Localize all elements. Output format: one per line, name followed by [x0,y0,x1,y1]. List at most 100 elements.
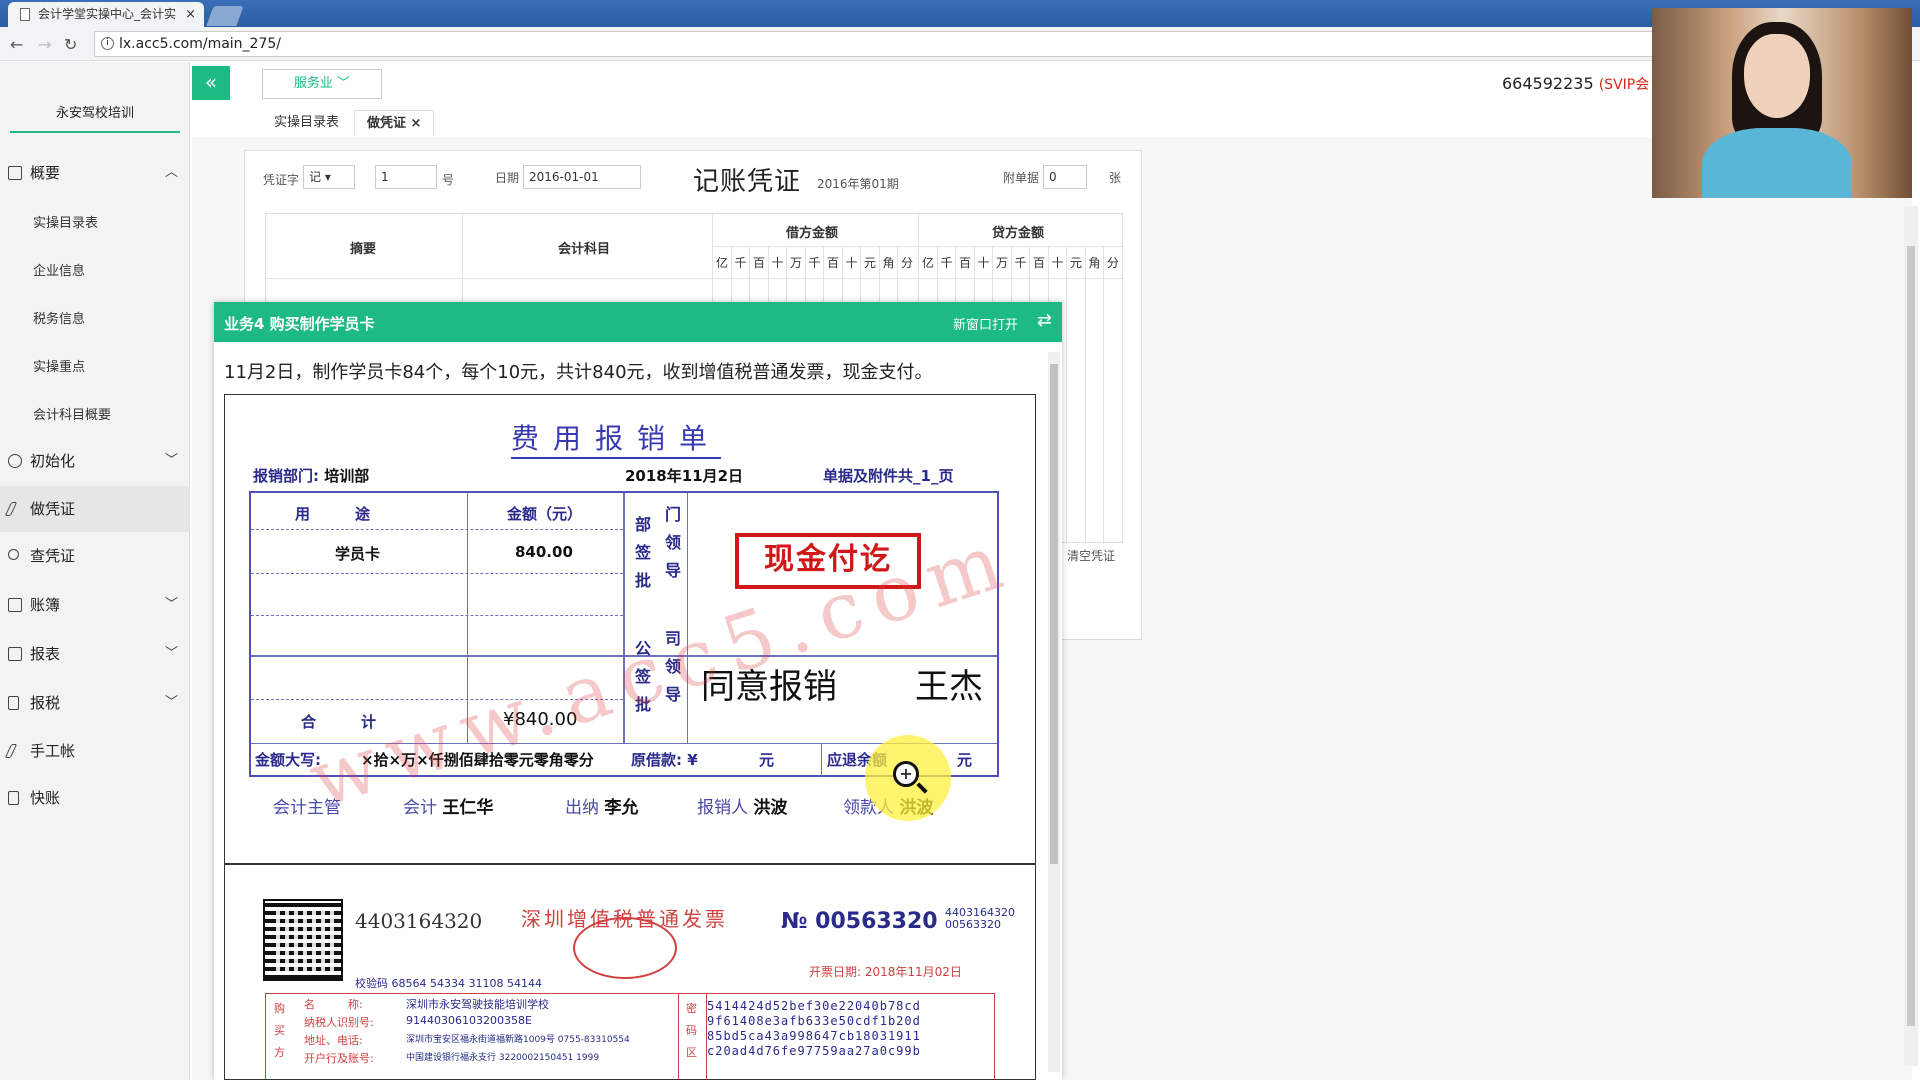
col-account: 会计科目 [558,242,611,257]
voucher-number-input[interactable]: 1 [375,165,437,189]
buyer-addr: 深圳市宝安区福永街道福新路1009号 0755-83310554 [406,1035,630,1045]
document-icon [20,8,30,21]
report-icon [8,647,22,661]
password-line: c20ad4d76fe97759aa27a0c99b [707,1044,921,1058]
buyer-name: 深圳市永安驾驶技能培训学校 [406,998,549,1011]
sidebar-item-query-voucher[interactable]: 查凭证 [0,533,190,579]
sig-accountant-label: 会计 [403,798,437,818]
buyer-taxid-label: 纳税人识别号: [304,1016,374,1029]
date-input[interactable]: 2016-01-01 [523,165,641,189]
digit-header: 千 [940,256,953,270]
clear-voucher-button[interactable]: 清空凭证 [1067,547,1115,564]
digit-header: 元 [864,256,877,270]
approver-signature: 王杰 [915,667,983,707]
collapse-sidebar-button[interactable]: « [192,66,230,100]
sidebar-sub-keypoints[interactable]: 实操重点 [33,356,85,375]
info-icon[interactable]: i [101,37,114,50]
invoice-no-value: 00563320 [815,909,938,934]
approve-char: 门 [665,505,682,524]
industry-select[interactable]: 服务业 ﹀ [262,69,382,99]
scrollbar-thumb[interactable] [1907,246,1915,1026]
expense-form: 费用报销单 报销部门: 培训部 2018年11月2日 单据及附件共_1_页 用 … [225,395,1035,865]
account-level: (SVIP会 [1598,77,1650,93]
sidebar-item-label: 概要 [30,164,61,182]
back-icon[interactable]: ← [10,35,23,54]
sig-accountant: 会计 王仁华 [403,793,493,818]
digit-header: 角 [1088,256,1101,270]
sidebar-item-label: 做凭证 [30,500,76,518]
task-scrollbar[interactable] [1048,352,1060,1072]
approve-char: 签 [635,543,652,562]
sidebar-sub-accounts[interactable]: 会计科目概要 [33,404,111,423]
forward-icon[interactable]: → [38,35,51,54]
tab-make-voucher[interactable]: 做凭证 × [354,110,435,136]
webcam-video [1652,8,1912,198]
voucher-word-select[interactable]: 记 ▾ [303,165,355,189]
browser-tab[interactable]: 会计学堂实操中心_会计实 × [8,2,204,27]
sidebar: 永安驾校培训 概要 ︿ 实操目录表 企业信息 税务信息 实操重点 会计科目概要 … [0,62,190,1080]
voucher-title: 记账凭证 [693,167,802,197]
close-icon[interactable]: × [411,116,422,131]
attachment-input[interactable]: 0 [1043,165,1087,189]
zoom-cursor[interactable]: + [865,735,951,821]
close-icon[interactable]: × [185,2,196,27]
dept-label: 报销部门: [253,467,319,485]
sidebar-item-reports[interactable]: 报表 ﹀ [0,631,190,677]
digit-header: 十 [1051,256,1064,270]
password-line: 9f61408e3afb633e50cdf1b20d [707,1014,921,1028]
sidebar-item-init[interactable]: 初始化 ﹀ [0,438,190,484]
tab-label: 做凭证 [367,116,407,131]
sidebar-item-make-voucher[interactable]: 做凭证 [0,486,190,532]
digit-header: 亿 [716,256,729,270]
digit-header: 十 [771,256,784,270]
tab-catalog[interactable]: 实操目录表 [262,110,351,136]
digit-header: 亿 [922,256,935,270]
task-title: 业务4 购买制作学员卡 [224,315,375,333]
voucher-period: 2016年第01期 [817,177,899,191]
form-date: 2018年11月2日 [625,467,744,485]
open-new-window-button[interactable]: 新窗口打开 [953,314,1018,333]
sig-cashier-name: 李允 [604,798,639,818]
sidebar-item-quick-ledger[interactable]: 快账 [0,775,190,821]
sidebar-item-ledger[interactable]: 账簿 ﹀ [0,582,190,628]
digit-header: 十 [845,256,858,270]
digit-header: 千 [808,256,821,270]
sidebar-sub-company[interactable]: 企业信息 [33,260,85,279]
new-tab-button[interactable] [206,6,244,26]
side-char: 购 [274,1002,285,1015]
chevron-up-icon: ︿ [164,165,178,180]
expense-form-title: 费用报销单 [511,417,722,459]
sig-claimant-name: 洪波 [753,798,788,818]
scrollbar-thumb[interactable] [1050,364,1058,864]
date-label: 日期 [495,171,520,185]
sidebar-sub-catalog[interactable]: 实操目录表 [33,212,98,231]
invoice-date: 开票日期: 2018年11月02日 [809,965,962,979]
url-text: lx.acc5.com/main_275/ [119,36,281,52]
approve-char: 导 [665,561,682,580]
digit-header: 万 [996,256,1009,270]
reload-icon[interactable]: ↻ [64,35,77,54]
side-char: 区 [686,1046,697,1059]
sidebar-item-label: 账簿 [30,596,61,614]
chevron-down-icon: ﹀ [164,695,178,710]
password-line: 5414424d52bef30e22040b78cd [707,999,921,1013]
sidebar-sub-tax[interactable]: 税务信息 [33,308,85,327]
url-input[interactable]: i lx.acc5.com/main_275/ [94,31,1654,57]
voucher-word-value: 记 [309,170,322,184]
pen-icon [4,744,18,758]
sidebar-item-overview[interactable]: 概要 ︿ [0,150,190,196]
sidebar-item-label: 报税 [30,694,61,712]
buyer-bank-label: 开户行及账号: [304,1052,374,1065]
side-char: 买 [274,1024,285,1037]
sidebar-item-manual-ledger[interactable]: 手工帐 [0,728,190,774]
zoom-in-icon[interactable]: + [893,761,919,787]
swap-icon[interactable]: ⇄ [1037,310,1052,331]
digit-header: 百 [753,256,766,270]
sidebar-item-tax-filing[interactable]: 报税 ﹀ [0,680,190,726]
invoice-number: № 00563320 [781,909,938,934]
invoice-no-label: № [781,909,808,934]
page-scrollbar[interactable] [1904,206,1918,1066]
voucher-number-suffix: 号 [442,173,455,187]
overview-icon [8,166,22,180]
digit-header: 元 [1070,256,1083,270]
